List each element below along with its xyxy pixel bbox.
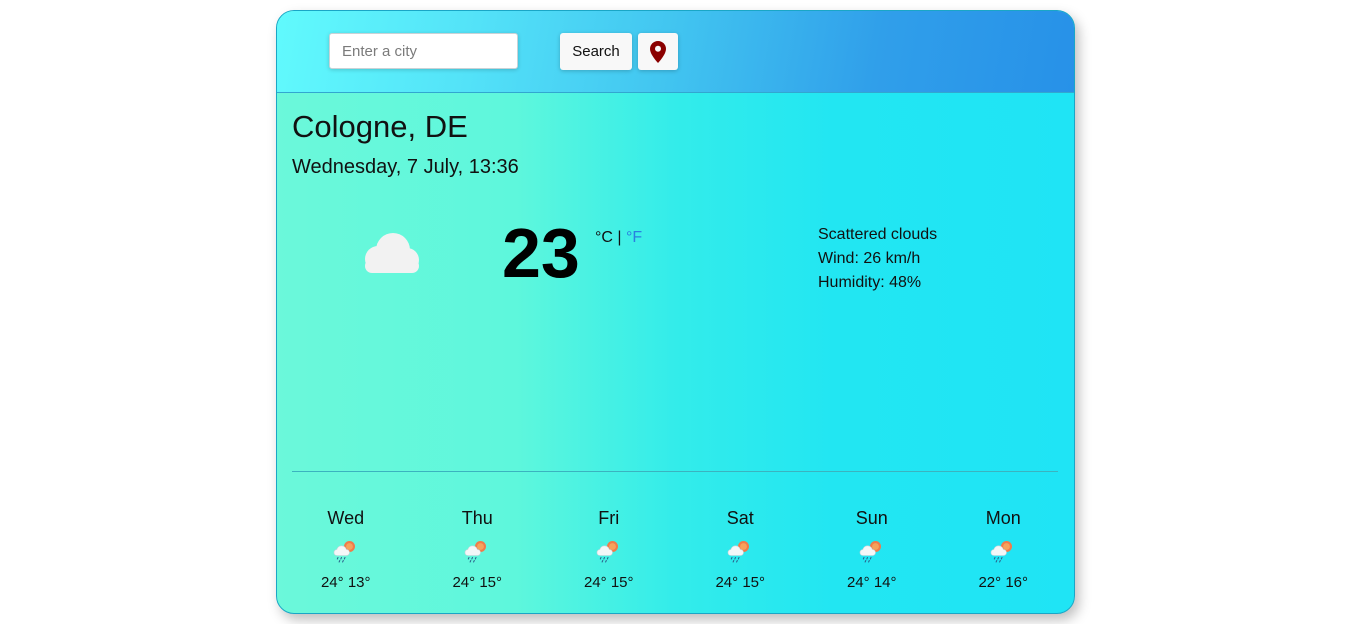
rain-sun-cloud-icon [990, 538, 1016, 564]
forecast-day-name: Fri [598, 508, 620, 528]
forecast-day: Sun 24° 14° [806, 508, 938, 591]
forecast-temps: 24° 13° [320, 574, 371, 591]
forecast-day: Sat 24° 15° [675, 508, 807, 591]
current-location-button[interactable] [638, 33, 678, 70]
forecast-day: Fri 24° 15° [543, 508, 675, 591]
city-name: Cologne, DE [292, 109, 468, 144]
forecast-day-name: Thu [461, 508, 493, 528]
rain-sun-cloud-icon [464, 538, 490, 564]
forecast-day: Mon 22° 16° [938, 508, 1070, 591]
forecast-temps: 22° 16° [978, 574, 1029, 591]
forecast-temps: 24° 15° [452, 574, 503, 591]
search-button[interactable]: Search [560, 33, 632, 70]
forecast-day-name: Mon [985, 508, 1021, 528]
forecast-row: Wed 24° 13° Thu 24° 15° Fri 24° 15° Sat … [280, 508, 1072, 591]
rain-sun-cloud-icon [596, 538, 622, 564]
unit-toggle: °C | °F [595, 229, 642, 247]
forecast-day-name: Sat [726, 508, 754, 528]
unit-separator: | [617, 229, 622, 246]
weather-card: Search Cologne, DE Wednesday, 7 July, 13… [276, 10, 1075, 614]
weather-description: Scattered clouds [818, 226, 938, 243]
search-header: Search [277, 11, 1074, 93]
forecast-temps: 24° 15° [583, 574, 634, 591]
current-datetime: Wednesday, 7 July, 13:36 [292, 156, 519, 178]
map-pin-icon [650, 40, 666, 63]
rain-sun-cloud-icon [859, 538, 885, 564]
weather-details: Scattered clouds Wind: 26 km/h Humidity:… [818, 223, 937, 295]
rain-sun-cloud-icon [727, 538, 753, 564]
rain-sun-cloud-icon [333, 538, 359, 564]
celsius-link[interactable]: °C [595, 229, 613, 246]
divider [292, 471, 1058, 472]
fahrenheit-link[interactable]: °F [626, 229, 642, 246]
current-temperature: 23 [502, 214, 580, 292]
forecast-day: Thu 24° 15° [412, 508, 544, 591]
humidity: Humidity: 48% [818, 274, 922, 291]
wind-speed: Wind: 26 km/h [818, 250, 921, 267]
forecast-temps: 24° 14° [846, 574, 897, 591]
forecast-day-name: Wed [327, 508, 365, 528]
forecast-day-name: Sun [855, 508, 888, 528]
forecast-temps: 24° 15° [715, 574, 766, 591]
cloud-icon [365, 233, 419, 273]
forecast-day: Wed 24° 13° [280, 508, 412, 591]
city-search-input[interactable] [329, 33, 518, 69]
